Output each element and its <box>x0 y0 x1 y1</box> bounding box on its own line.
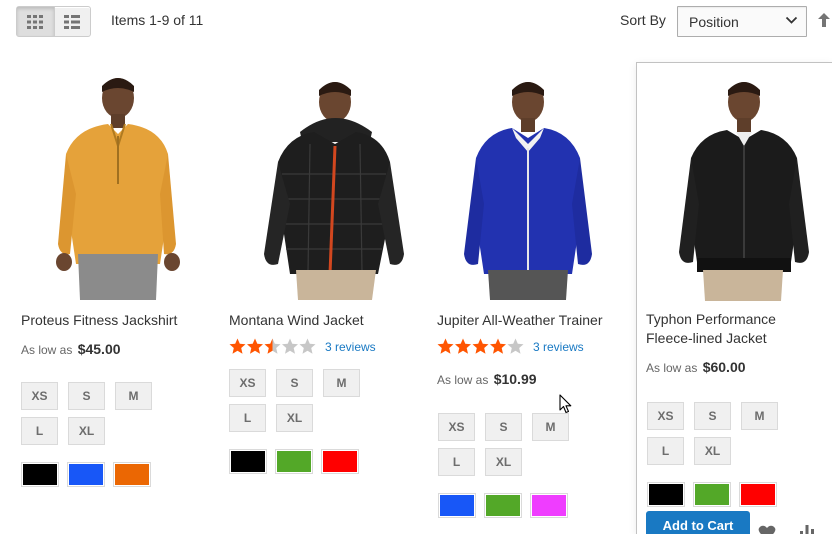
size-swatch[interactable]: S <box>694 402 731 430</box>
color-swatch-green[interactable] <box>275 449 313 474</box>
chevron-down-icon <box>785 16 798 24</box>
add-to-cart-button[interactable]: Add to Cart <box>646 511 750 534</box>
list-icon <box>64 14 81 29</box>
star-icon <box>472 338 489 354</box>
product-name[interactable]: Montana Wind Jacket <box>229 311 429 330</box>
list-view-button[interactable] <box>53 7 91 36</box>
grid-view-button[interactable] <box>17 7 54 36</box>
product-photo[interactable] <box>646 75 832 301</box>
size-swatch[interactable]: XS <box>21 382 58 410</box>
price-box: As low as $10.99 <box>437 371 537 387</box>
color-swatch-green[interactable] <box>693 482 731 507</box>
reviews-link[interactable]: 3 reviews <box>325 340 376 354</box>
star-icon <box>437 338 454 354</box>
size-swatch[interactable]: L <box>647 437 684 465</box>
price: $45.00 <box>77 341 121 357</box>
star-icon <box>229 338 246 354</box>
price: $60.00 <box>702 359 746 375</box>
color-swatch-green[interactable] <box>484 493 522 518</box>
size-swatch[interactable]: L <box>21 417 58 445</box>
product-card: Proteus Fitness Jackshirt As low as $45.… <box>21 62 221 534</box>
product-name-line: Typhon Performance <box>646 311 776 327</box>
product-card-hovered: Typhon Performance Fleece-lined Jacket A… <box>636 62 832 534</box>
size-swatch[interactable]: XL <box>276 404 313 432</box>
size-swatch[interactable]: L <box>229 404 266 432</box>
size-swatch[interactable]: XS <box>647 402 684 430</box>
color-swatch-black[interactable] <box>229 449 267 474</box>
mouse-cursor-icon <box>559 394 572 414</box>
color-swatch-black[interactable] <box>21 462 59 487</box>
star-icon <box>490 338 506 354</box>
star-empty-icon <box>282 338 298 354</box>
size-swatch[interactable]: XS <box>229 369 266 397</box>
price-label: As low as <box>437 373 489 387</box>
size-swatch[interactable]: M <box>532 413 569 441</box>
star-empty-icon <box>507 338 524 354</box>
rating-summary: 3 reviews <box>437 338 584 355</box>
product-name-line: Fleece-lined Jacket <box>646 330 767 346</box>
product-name[interactable]: Typhon Performance Fleece-lined Jacket <box>646 310 832 348</box>
heart-icon[interactable] <box>758 525 776 534</box>
sort-direction-arrow-icon[interactable] <box>818 13 830 27</box>
price: $10.99 <box>493 371 537 387</box>
sort-by-value: Position <box>689 14 739 30</box>
size-swatch[interactable]: S <box>276 369 313 397</box>
product-photo[interactable] <box>437 74 627 300</box>
color-swatch-blue[interactable] <box>67 462 105 487</box>
product-name[interactable]: Proteus Fitness Jackshirt <box>21 311 221 330</box>
product-card: Montana Wind Jacket 3 reviews XS S M L X… <box>229 62 429 534</box>
color-swatch-orange[interactable] <box>113 462 151 487</box>
reviews-link[interactable]: 3 reviews <box>533 340 584 354</box>
size-swatch[interactable]: M <box>741 402 778 430</box>
rating-stars <box>229 338 317 355</box>
rating-summary: 3 reviews <box>229 338 376 355</box>
size-swatch[interactable]: XL <box>694 437 731 465</box>
product-photo[interactable] <box>229 74 419 300</box>
size-swatch[interactable]: XL <box>68 417 105 445</box>
star-icon <box>455 338 471 354</box>
star-icon <box>247 338 263 354</box>
rating-stars <box>437 338 525 355</box>
color-swatch-blue[interactable] <box>438 493 476 518</box>
size-swatch[interactable]: XL <box>485 448 522 476</box>
price-label: As low as <box>646 361 698 375</box>
star-half-icon <box>264 338 281 354</box>
size-swatch[interactable]: S <box>68 382 105 410</box>
price-label: As low as <box>21 343 73 357</box>
star-empty-icon <box>299 338 316 354</box>
size-swatch[interactable]: M <box>323 369 360 397</box>
items-count: Items 1-9 of 11 <box>111 12 204 28</box>
compare-icon[interactable] <box>800 525 814 534</box>
price-box: As low as $45.00 <box>21 341 121 357</box>
sort-by-select[interactable]: Position <box>677 6 807 37</box>
size-swatch[interactable]: S <box>485 413 522 441</box>
size-swatch[interactable]: XS <box>438 413 475 441</box>
color-swatch-red[interactable] <box>739 482 777 507</box>
color-swatch-pink[interactable] <box>530 493 568 518</box>
sort-by-label: Sort By <box>620 12 666 28</box>
product-name[interactable]: Jupiter All-Weather Trainer <box>437 311 637 330</box>
color-swatch-red[interactable] <box>321 449 359 474</box>
product-photo[interactable] <box>21 74 211 300</box>
price-box: As low as $60.00 <box>646 359 746 375</box>
grid-icon <box>27 14 44 29</box>
size-swatch[interactable]: L <box>438 448 475 476</box>
product-card: Jupiter All-Weather Trainer 3 reviews As… <box>437 62 637 534</box>
color-swatch-black[interactable] <box>647 482 685 507</box>
size-swatch[interactable]: M <box>115 382 152 410</box>
view-mode-toggle <box>16 6 91 37</box>
